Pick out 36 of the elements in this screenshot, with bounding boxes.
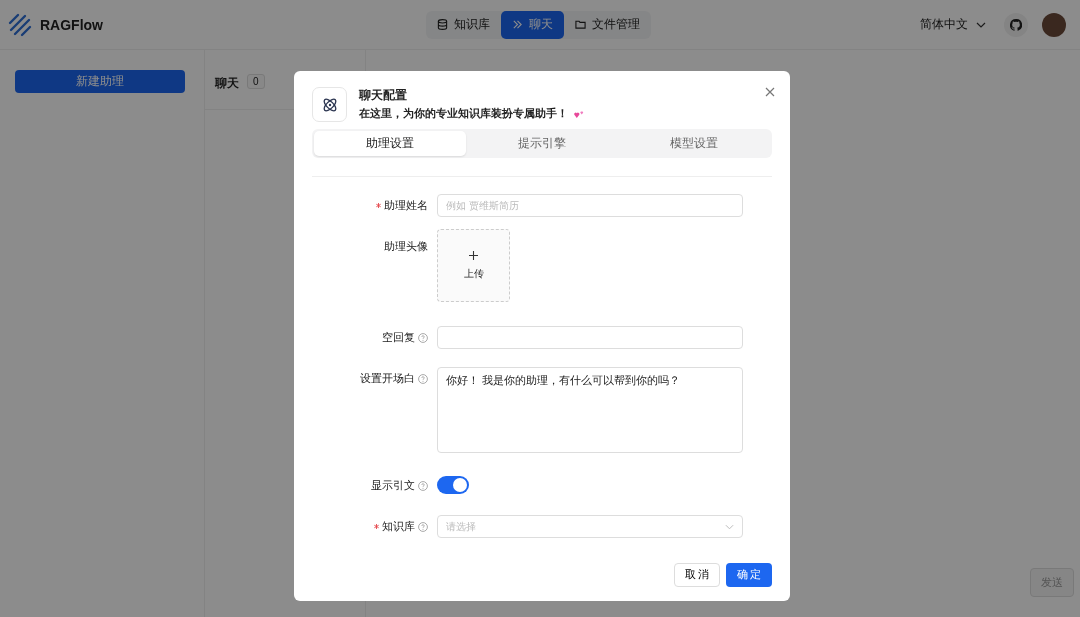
settings-tab[interactable]: 模型设置 [618,131,770,156]
dialog-subtitle: 在这里，为你的专业知识库装扮专属助手！ [359,107,568,121]
field-label: 助理头像 [384,239,428,254]
field-label: 知识库 [382,519,415,534]
logo-icon [8,12,32,37]
github-button[interactable] [1004,12,1028,37]
field-label: 助理姓名 [384,198,428,213]
upload-button[interactable]: 上传 [437,229,510,302]
cancel-button[interactable]: 取 消 [674,563,720,587]
hearts-icon [574,109,585,119]
avatar[interactable] [1042,12,1066,37]
chevron-down-icon [725,523,734,530]
text-field[interactable] [437,326,743,349]
settings-tab[interactable]: 提示引擎 [466,131,618,156]
greeting-field[interactable]: 你好！ 我是你的助理，有什么可以帮到你的吗？ [437,367,743,453]
nav-tab[interactable]: 聊天 [501,10,564,39]
nav-tab[interactable]: 知识库 [426,10,501,39]
nav-tab[interactable]: 文件管理 [564,10,651,39]
database-icon [437,19,448,30]
settings-tab[interactable]: 助理设置 [314,131,466,156]
folder-icon [575,19,586,30]
count-badge: 0 [247,74,265,89]
close-icon[interactable] [765,87,775,97]
field-label: 显示引文 [371,478,415,493]
ok-button[interactable]: 确 定 [726,563,772,587]
language-selector[interactable]: 简体中文 [920,17,968,32]
chat-list-title: 聊天 [215,76,239,91]
plus-icon [469,250,478,260]
brand-name: RAGFlow [40,16,103,33]
github-icon [1010,18,1022,31]
new-assistant-button[interactable]: 新建助理 [15,70,185,93]
field-label: 设置开场白 [360,371,415,386]
toggle-switch[interactable] [437,476,469,494]
dialog-title: 聊天配置 [359,87,408,104]
chevron-down-icon [976,21,986,28]
field-label: 空回复 [382,330,415,345]
